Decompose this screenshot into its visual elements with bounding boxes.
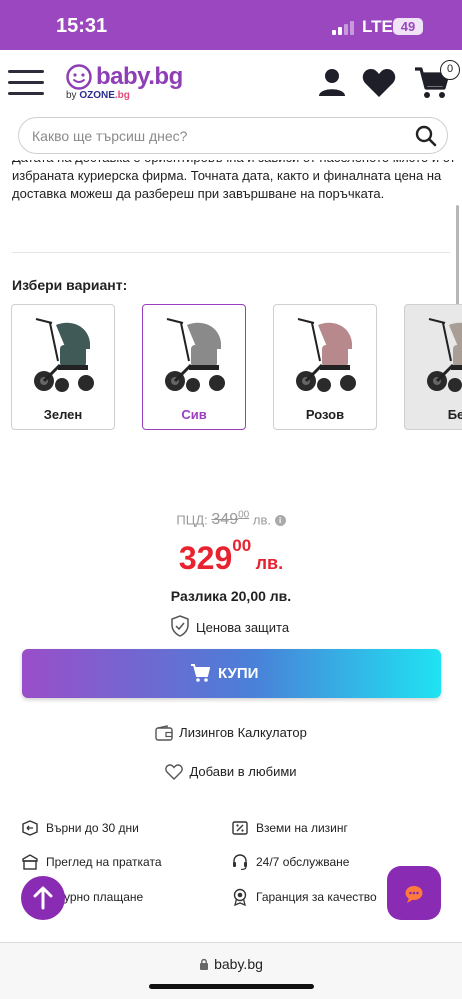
baby-face-icon <box>66 64 92 90</box>
status-bar: 15:31 LTE 49 <box>0 0 462 50</box>
variant-label: Сив <box>181 407 207 422</box>
variant-label: Зелен <box>43 407 83 422</box>
variant-list: Зелен Сив Розов Бе <box>11 304 462 432</box>
heart-outline-icon <box>165 764 184 780</box>
cart-icon <box>191 664 210 682</box>
browser-url-bar[interactable]: baby.bg <box>0 943 462 999</box>
home-indicator <box>149 984 314 989</box>
tricycle-image <box>296 318 356 392</box>
delivery-note: Датата на доставка е ориентировъчна и за… <box>12 160 456 201</box>
status-time: 15:31 <box>56 15 108 37</box>
scroll-to-top-button[interactable] <box>21 876 65 920</box>
site-header: baby.bg by OZONE.bg 0 <box>0 50 462 112</box>
variant-card[interactable]: Зелен <box>11 304 115 430</box>
variant-card[interactable]: Розов <box>273 304 377 430</box>
package-check-icon <box>22 854 38 870</box>
tricycle-image <box>427 318 462 392</box>
buy-label: КУПИ <box>218 665 259 682</box>
tricycle-image <box>165 318 225 392</box>
variant-card[interactable]: Сив <box>142 304 246 430</box>
network-type: LTE <box>362 17 393 36</box>
site-logo[interactable]: baby.bg by OZONE.bg <box>66 63 196 103</box>
search-icon[interactable] <box>415 125 437 147</box>
quality-badge-icon <box>233 888 247 906</box>
wallet-icon <box>155 725 173 741</box>
cart-count-badge: 0 <box>440 60 460 80</box>
add-to-favorites-link[interactable]: Добави в любими <box>0 762 462 782</box>
user-icon[interactable] <box>318 68 346 98</box>
buy-button[interactable]: КУПИ <box>22 649 441 698</box>
price-protection[interactable]: Ценова защита <box>170 615 289 637</box>
return-box-icon <box>22 820 38 836</box>
price-difference: Разлика 20,00 лв. <box>170 588 292 604</box>
logo-text: baby.bg <box>96 63 183 90</box>
variant-label: Розов <box>305 407 345 422</box>
headset-icon <box>233 854 247 871</box>
search-input[interactable]: Какво ще търсиш днес? <box>18 117 448 154</box>
search-placeholder: Какво ще търсиш днес? <box>32 128 188 144</box>
url-text[interactable]: baby.bg <box>0 956 462 972</box>
variant-label: Бе <box>447 407 462 422</box>
info-icon[interactable]: i <box>274 515 286 527</box>
arrow-up-icon <box>33 886 53 910</box>
shield-check-icon <box>171 615 189 637</box>
rrp-price: ПЦД: 34900 лв. i <box>0 510 462 529</box>
heart-icon[interactable] <box>362 68 396 98</box>
signal-icon <box>332 19 356 35</box>
battery-icon: 49 <box>393 18 423 35</box>
variant-title: Избери вариант: <box>12 277 128 293</box>
logo-subtext: by OZONE.bg <box>66 90 130 101</box>
chat-button[interactable] <box>387 866 441 920</box>
section-divider <box>12 252 450 253</box>
leasing-percent-icon <box>232 821 248 835</box>
lock-icon <box>200 958 209 970</box>
variant-card[interactable]: Бе <box>404 304 462 430</box>
chat-icon <box>405 886 423 903</box>
tricycle-image <box>34 318 94 392</box>
menu-icon[interactable] <box>8 70 44 96</box>
leasing-calculator-link[interactable]: Лизингов Калкулатор <box>0 723 462 743</box>
current-price: 32900 лв. <box>178 535 284 576</box>
